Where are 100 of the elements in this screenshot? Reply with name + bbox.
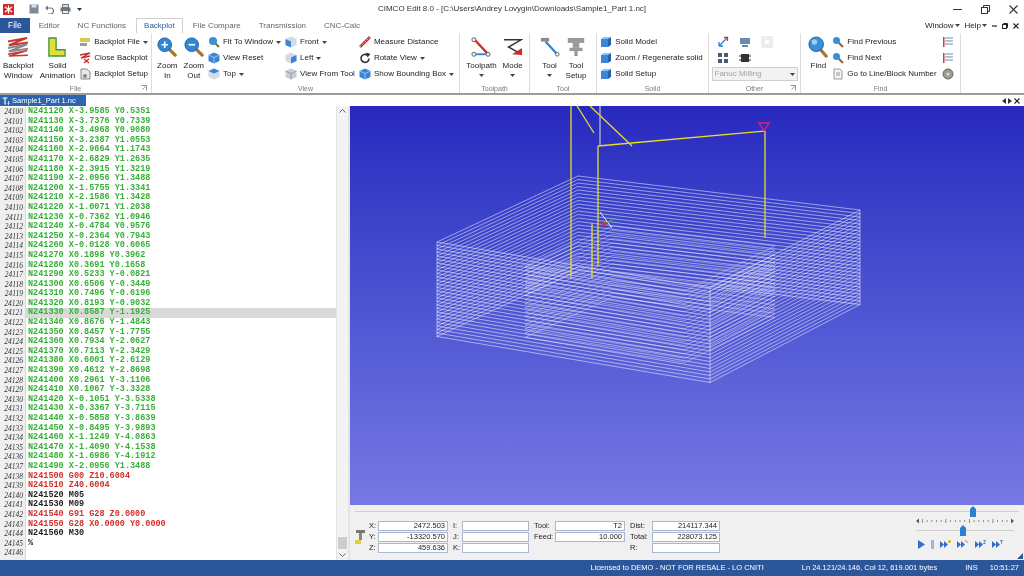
ribbon-tab[interactable]: Backplot: [136, 18, 183, 33]
scrollbar-thumb[interactable]: [338, 537, 347, 549]
triangle-marker-icon: [757, 122, 771, 133]
arrow-left-icon[interactable]: [1002, 97, 1006, 104]
caret-down-icon: [238, 72, 244, 76]
ribbon-button[interactable]: Zoom In: [155, 34, 180, 81]
solid-block-icon: [600, 68, 613, 80]
ribbon-button[interactable]: Zoom Out: [181, 34, 206, 81]
diagonal-arrow-icon[interactable]: [716, 36, 729, 48]
ribbon-button[interactable]: Measure Distance: [358, 34, 456, 50]
code-text: N241170 X-2.6829 Y1.2635: [28, 154, 151, 165]
dropdown-button[interactable]: Left: [285, 50, 357, 66]
dropdown-button[interactable]: Toolpath: [464, 34, 499, 77]
fast-forward-icon[interactable]: [940, 540, 951, 549]
caret-down-icon[interactable]: [77, 7, 82, 11]
ribbon-button[interactable]: Tool Setup: [563, 34, 589, 81]
dialog-launcher-icon[interactable]: [790, 85, 796, 91]
code-text: N241210 X-2.1586 Y1.3428: [28, 193, 151, 203]
arrow-right-icon[interactable]: [1008, 97, 1012, 104]
code-text: N241150 X-3.2387 Y1.0553: [28, 135, 151, 145]
code-text: N241440 X-0.5858 Y-3.8639: [28, 414, 156, 424]
slider-thumb[interactable]: [960, 525, 967, 536]
code-text: N241420 X-0.1051 Y-3.5338: [28, 394, 156, 404]
restore-icon[interactable]: [1002, 22, 1008, 29]
chevron-down-icon[interactable]: [339, 553, 346, 557]
ribbon-tab[interactable]: CNC-Calc: [316, 18, 369, 33]
code-text: N241140 X-3.4968 Y0.9080: [28, 126, 151, 136]
code-text: N241410 X0.1067 Y-3.3328: [28, 385, 151, 395]
ribbon-button[interactable]: Go to Line/Block Number: [832, 66, 939, 82]
code-text: N241160 X-2.9664 Y1.1743: [28, 145, 151, 155]
ribbon-button[interactable]: Solid Model: [600, 34, 705, 50]
readout-field: [462, 532, 529, 542]
solid-block-icon: [600, 36, 613, 48]
app-logo-icon[interactable]: [3, 3, 14, 15]
block-icon: [48, 37, 67, 57]
dropdown-button[interactable]: Backplot File: [79, 34, 151, 50]
code-text: N241220 X-1.0071 Y1.2038: [28, 202, 151, 213]
code-text: N241340 X0.8676 Y-1.4843: [28, 318, 151, 328]
code-text: N241430 X-0.3367 Y-3.7115: [28, 404, 156, 414]
close-icon[interactable]: [1013, 22, 1019, 29]
menu-button[interactable]: Window: [925, 19, 960, 32]
ribbon-button[interactable]: Solid Animation: [37, 34, 78, 81]
code-text: N241530 M09: [28, 500, 85, 510]
ribbon-tab[interactable]: Editor: [30, 18, 68, 33]
close-icon[interactable]: [1014, 97, 1020, 104]
dropdown-button[interactable]: Top: [207, 66, 284, 82]
dialog-launcher-icon[interactable]: [141, 85, 147, 91]
ribbon-button[interactable]: Close Backplot: [79, 50, 151, 66]
ribbon-tab[interactable]: Transmission: [250, 18, 315, 33]
ribbon-button[interactable]: Find Next: [832, 50, 939, 66]
close-icon[interactable]: [1009, 4, 1018, 14]
save-icon[interactable]: [29, 4, 39, 14]
fast-forward-icon[interactable]: [975, 540, 986, 549]
cube-icon: [285, 68, 298, 80]
ruler-icon: [358, 36, 371, 48]
dropdown-button[interactable]: Tool: [537, 34, 562, 77]
code-text: N241350 X0.8457 Y-1.7755: [28, 327, 151, 337]
slider[interactable]: [355, 506, 1019, 517]
dropdown-button[interactable]: Rotate View: [358, 50, 456, 66]
disc-icon[interactable]: [941, 68, 954, 80]
ribbon-button[interactable]: Find: [806, 34, 831, 71]
ribbon-tab[interactable]: NC Functions: [69, 18, 135, 33]
fast-forward-icon[interactable]: [957, 540, 969, 549]
slider-thumb[interactable]: [969, 506, 976, 517]
dropdown-button[interactable]: Fit To Window: [207, 34, 284, 50]
ribbon-tab[interactable]: File Compare: [184, 18, 249, 33]
ribbon-button[interactable]: View From Tool: [285, 66, 357, 82]
tool-holder-icon: [567, 37, 585, 57]
file-tab[interactable]: File: [0, 18, 30, 33]
ribbon-button[interactable]: Find Previous: [832, 34, 939, 50]
chip-icon[interactable]: [738, 52, 751, 64]
chevron-up-icon[interactable]: [339, 109, 346, 113]
ribbon-button[interactable]: Backplot Window: [0, 34, 36, 81]
grid-icon[interactable]: [716, 52, 729, 64]
fast-forward-icon[interactable]: [992, 540, 1003, 549]
restore-icon[interactable]: [981, 4, 990, 14]
list-icon[interactable]: [941, 36, 954, 48]
ribbon-button[interactable]: Zoom / Regenerate solid: [600, 50, 705, 66]
undo-icon[interactable]: [45, 4, 54, 14]
list-icon[interactable]: [941, 52, 954, 64]
dropdown-button[interactable]: Show Bounding Box: [358, 66, 456, 82]
slider[interactable]: [916, 525, 1014, 536]
zigzag-cross-icon: [79, 52, 92, 64]
code-text: N241520 M05: [28, 490, 85, 500]
code-text: N241240 X-0.4784 Y0.9576: [28, 222, 151, 232]
code-text: N241300 X0.6506 Y-0.3449: [28, 279, 151, 289]
scrollbar[interactable]: [336, 106, 348, 560]
dropdown-button[interactable]: Front: [285, 34, 357, 50]
ribbon-button[interactable]: View Reset: [207, 50, 284, 66]
ribbon-button[interactable]: Solid Setup: [600, 66, 705, 82]
caret-down-icon: [276, 40, 282, 44]
code-text: N241270 X0.1898 Y0.3962: [28, 250, 146, 261]
ribbon-button[interactable]: Backplot Setup: [79, 66, 151, 82]
code-text: N241380 X0.6001 Y-2.6129: [28, 356, 151, 366]
dropdown-button[interactable]: Mode: [500, 34, 525, 77]
caret-down-icon: [789, 72, 795, 76]
print-icon[interactable]: [60, 4, 71, 14]
cube-icon: [285, 52, 298, 64]
play-icon[interactable]: [918, 540, 925, 549]
menu-button[interactable]: Help: [964, 19, 987, 32]
